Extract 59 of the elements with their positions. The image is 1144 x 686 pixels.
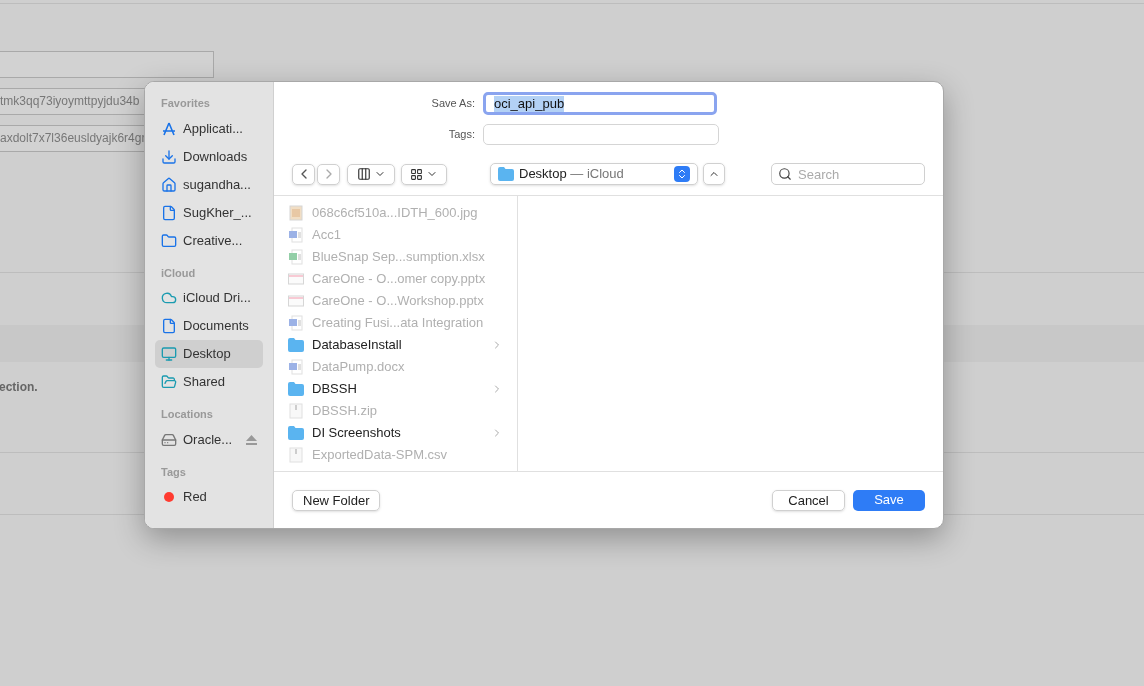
columns-icon [356, 167, 371, 181]
file-row[interactable]: DatabaseInstall [288, 334, 503, 356]
document-icon [161, 318, 177, 334]
view-mode-button[interactable] [347, 163, 395, 185]
presentation-file-icon [288, 273, 304, 285]
grid-icon [410, 167, 423, 181]
folder-icon [161, 232, 177, 249]
word-document-icon [289, 315, 303, 331]
sidebar-item[interactable]: Red [155, 483, 263, 511]
image-file-icon [289, 205, 303, 221]
sidebar-section-title: Favorites [160, 96, 211, 111]
folder-icon [288, 382, 304, 396]
download-icon [161, 148, 177, 165]
word-document-icon [289, 227, 303, 243]
sidebar-item[interactable]: SugKher_... [155, 198, 263, 227]
location-dropdown[interactable]: Desktop — iCloud [490, 163, 698, 185]
save-button[interactable]: Save [853, 489, 925, 511]
eject-icon[interactable] [246, 434, 257, 445]
search-field[interactable]: Search [771, 163, 925, 185]
word-document-icon [289, 359, 303, 375]
search-icon [778, 167, 792, 181]
file-row[interactable]: DI Screenshots [288, 422, 503, 444]
filename-field[interactable]: oci_api_pub [483, 92, 717, 115]
sidebar-item[interactable]: Documents [155, 312, 263, 340]
sidebar-item[interactable]: iCloud Dri... [155, 284, 263, 312]
sidebar-item[interactable]: Desktop [155, 340, 263, 368]
cloud-icon [161, 290, 177, 306]
folder-icon [498, 167, 514, 181]
presentation-file-icon [288, 295, 304, 307]
cancel-button[interactable]: Cancel [772, 489, 845, 511]
forward-button[interactable] [317, 163, 340, 185]
sidebar-item[interactable]: Creative... [155, 226, 263, 255]
back-button[interactable] [292, 163, 315, 185]
group-button[interactable] [401, 163, 447, 185]
file-row[interactable]: DBSSH [288, 378, 503, 400]
sidebar-section-title: Tags [160, 464, 187, 480]
sidebar-item[interactable]: Shared [155, 368, 263, 396]
description-text: ection. [0, 379, 38, 396]
tags-field[interactable] [483, 124, 719, 145]
sidebar-item[interactable]: sugandha... [155, 170, 263, 199]
new-folder-button[interactable]: New Folder [292, 489, 381, 511]
folder-icon [288, 338, 304, 352]
desktop-icon [161, 346, 177, 362]
folder-icon [288, 426, 304, 440]
home-icon [161, 176, 177, 193]
archive-file-icon [289, 403, 303, 419]
collapse-button[interactable] [703, 163, 725, 185]
sidebar-section-title: Locations [160, 407, 214, 422]
save-as-label: Save As: [430, 96, 476, 112]
tags-label: Tags: [447, 127, 476, 143]
sidebar-section-title: iCloud [160, 265, 197, 281]
app-store-icon [161, 120, 177, 137]
up-down-arrows-icon [676, 168, 688, 180]
document-icon [161, 204, 177, 221]
drive-icon [161, 431, 177, 448]
shared-folder-icon [161, 374, 177, 390]
spreadsheet-icon [289, 249, 303, 265]
csv-file-icon [289, 447, 303, 463]
sidebar-item[interactable]: Oracle... [155, 425, 263, 454]
